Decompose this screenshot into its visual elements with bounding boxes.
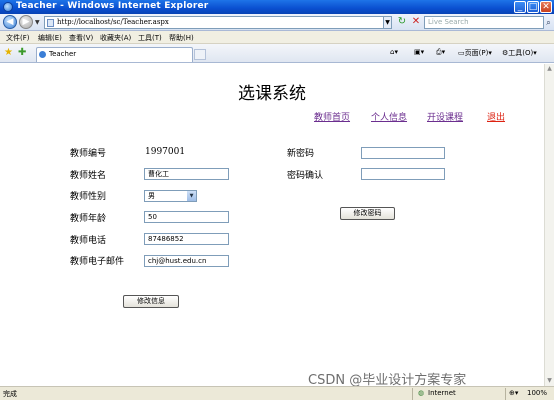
status-divider-2 bbox=[505, 388, 506, 400]
teacher-name-label: 教师姓名 bbox=[70, 171, 107, 181]
status-divider bbox=[412, 388, 413, 400]
minimize-button[interactable]: _ bbox=[514, 1, 526, 13]
address-input[interactable]: http://localhost/sc/Teacher.aspx bbox=[44, 16, 392, 29]
tab-teacher[interactable]: Teacher bbox=[36, 47, 193, 62]
menu-file[interactable]: 文件(F) bbox=[6, 33, 30, 43]
window-title: Teacher - Windows Internet Explorer bbox=[16, 1, 209, 11]
menu-help[interactable]: 帮助(H) bbox=[169, 33, 194, 43]
new-password-label: 新密码 bbox=[287, 149, 315, 159]
chevron-down-icon: ▼ bbox=[187, 191, 196, 201]
window-title-bar: Teacher - Windows Internet Explorer _ □ … bbox=[0, 0, 554, 14]
forward-button[interactable]: ▶ bbox=[19, 15, 33, 29]
teacher-gender-label: 教师性别 bbox=[70, 192, 107, 202]
search-icon[interactable]: ⌕ bbox=[544, 16, 553, 29]
teacher-id-value: 1997001 bbox=[145, 147, 186, 157]
page-menu-label: 页面(P) bbox=[464, 49, 489, 57]
tab-page-icon bbox=[39, 51, 46, 58]
feeds-icon[interactable]: ▣▾ bbox=[414, 48, 424, 56]
teacher-age-value: 50 bbox=[148, 213, 157, 221]
ie-logo-icon bbox=[3, 2, 13, 12]
nav-courses[interactable]: 开设课程 bbox=[427, 110, 463, 123]
page-title: 选课系统 bbox=[238, 84, 306, 104]
tab-bar: ★ ✚ Teacher ⌂▾ ▣▾ ⎙▾ ▭页面(P)▾ ⚙工具(O)▾ bbox=[0, 44, 554, 63]
teacher-email-value: chj@hust.edu.cn bbox=[148, 257, 207, 265]
teacher-id-label: 教师编号 bbox=[70, 149, 107, 159]
print-icon[interactable]: ⎙▾ bbox=[436, 48, 445, 57]
page-content: 选课系统 教师首页 个人信息 开设课程 退出 教师编号 1997001 教师姓名… bbox=[0, 64, 544, 386]
address-url: http://localhost/sc/Teacher.aspx bbox=[57, 18, 169, 26]
menu-favorites[interactable]: 收藏夹(A) bbox=[100, 33, 131, 43]
teacher-age-input[interactable]: 50 bbox=[144, 211, 229, 223]
teacher-phone-label: 教师电话 bbox=[70, 236, 107, 246]
search-placeholder: Live Search bbox=[428, 18, 469, 26]
internet-zone-icon: ◍ bbox=[418, 389, 425, 397]
page-menu-button[interactable]: ▭页面(P)▾ bbox=[458, 48, 492, 58]
teacher-email-label: 教师电子邮件 bbox=[70, 257, 125, 267]
tab-label: Teacher bbox=[49, 50, 77, 58]
teacher-gender-value: 男 bbox=[148, 192, 155, 200]
history-dropdown-icon[interactable]: ▼ bbox=[35, 19, 40, 26]
stop-icon[interactable]: ✕ bbox=[410, 16, 422, 28]
tools-menu-label: 工具(O) bbox=[508, 49, 534, 57]
close-button[interactable]: ✕ bbox=[540, 1, 552, 13]
teacher-email-input[interactable]: chj@hust.edu.cn bbox=[144, 255, 229, 267]
tools-menu-button[interactable]: ⚙工具(O)▾ bbox=[502, 48, 537, 58]
back-button[interactable]: ◀ bbox=[3, 15, 17, 29]
status-bar: 完成 ◍ Internet ⊕▾ 100% bbox=[0, 386, 554, 400]
nav-logout[interactable]: 退出 bbox=[487, 110, 505, 123]
menu-tools[interactable]: 工具(T) bbox=[138, 33, 162, 43]
new-tab-button[interactable] bbox=[194, 49, 206, 60]
confirm-password-label: 密码确认 bbox=[287, 171, 324, 181]
teacher-phone-input[interactable]: 87486852 bbox=[144, 233, 229, 245]
scroll-up-icon[interactable]: ▲ bbox=[545, 64, 554, 73]
scroll-down-icon[interactable]: ▼ bbox=[545, 376, 554, 385]
address-dropdown-icon[interactable]: ▼ bbox=[383, 16, 392, 29]
menu-edit[interactable]: 编辑(E) bbox=[38, 33, 62, 43]
add-favorites-icon[interactable]: ✚ bbox=[18, 48, 26, 58]
confirm-password-input[interactable] bbox=[361, 168, 445, 180]
change-password-button[interactable]: 修改密码 bbox=[340, 207, 395, 220]
refresh-icon[interactable]: ↻ bbox=[396, 16, 408, 28]
teacher-phone-value: 87486852 bbox=[148, 235, 184, 243]
teacher-gender-select[interactable]: 男 ▼ bbox=[144, 190, 197, 202]
zone-label: Internet bbox=[428, 389, 456, 397]
favorites-star-icon[interactable]: ★ bbox=[4, 48, 13, 58]
page-icon bbox=[47, 19, 54, 27]
menu-bar: 文件(F) 编辑(E) 查看(V) 收藏夹(A) 工具(T) 帮助(H) bbox=[0, 31, 554, 44]
nav-teacher-home[interactable]: 教师首页 bbox=[314, 110, 350, 123]
update-info-button[interactable]: 修改信息 bbox=[123, 295, 179, 308]
maximize-button[interactable]: □ bbox=[527, 1, 539, 13]
teacher-name-value: 曹化工 bbox=[148, 170, 169, 178]
new-password-input[interactable] bbox=[361, 147, 445, 159]
home-icon[interactable]: ⌂▾ bbox=[390, 48, 398, 56]
zoom-icon[interactable]: ⊕▾ bbox=[509, 389, 518, 397]
vertical-scrollbar[interactable]: ▲ ▼ bbox=[544, 64, 554, 386]
zoom-level[interactable]: 100% bbox=[527, 389, 547, 397]
nav-personal-info[interactable]: 个人信息 bbox=[371, 110, 407, 123]
status-text: 完成 bbox=[3, 390, 17, 398]
search-input[interactable]: Live Search bbox=[424, 16, 544, 29]
teacher-age-label: 教师年龄 bbox=[70, 214, 107, 224]
teacher-name-input[interactable]: 曹化工 bbox=[144, 168, 229, 180]
address-toolbar: ◀ ▶ ▼ http://localhost/sc/Teacher.aspx ▼… bbox=[0, 14, 554, 31]
menu-view[interactable]: 查看(V) bbox=[69, 33, 93, 43]
